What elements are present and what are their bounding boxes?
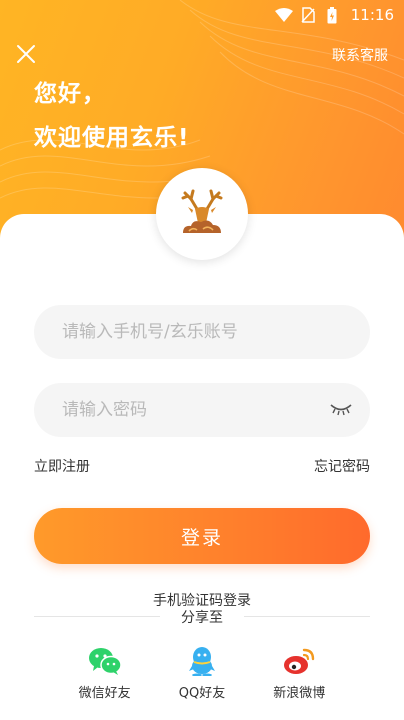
login-screen: 11:16 联系客服 您好， 欢迎使用玄乐! 请输入手机号/玄乐账号 立即注册 … [0,0,404,720]
share-qq-button[interactable]: QQ好友 [162,646,242,701]
share-qq-label: QQ好友 [178,686,226,701]
battery-icon [323,6,341,23]
login-button[interactable]: 登录 [34,508,370,564]
status-bar: 11:16 [0,0,404,30]
close-icon [17,45,35,63]
share-wechat-label: 微信好友 [78,686,131,701]
share-options: 微信好友 QQ好友 新浪微博 [0,646,404,701]
app-logo [156,168,248,260]
share-wechat-button[interactable]: 微信好友 [65,646,145,701]
greeting-line-1: 您好， [34,81,106,107]
sim-icon [299,7,317,23]
wifi-icon [274,7,293,23]
eye-closed-icon[interactable] [330,401,352,420]
greeting-line-2: 欢迎使用玄乐! [34,125,190,151]
phone-field[interactable] [34,305,370,359]
share-label: 分享至 [160,607,244,627]
password-field[interactable] [34,383,370,437]
wechat-icon [88,646,122,676]
close-button[interactable] [14,42,38,66]
contact-service-link[interactable]: 联系客服 [332,45,388,65]
share-weibo-label: 新浪微博 [273,686,326,701]
status-time: 11:16 [350,6,394,24]
weibo-icon [282,646,316,676]
qq-icon [185,646,219,676]
phone-input[interactable] [62,322,352,342]
deer-logo-icon [181,189,223,233]
share-weibo-button[interactable]: 新浪微博 [259,646,339,701]
register-link[interactable]: 立即注册 [34,456,90,476]
forgot-password-link[interactable]: 忘记密码 [314,456,370,476]
password-input[interactable] [62,400,330,420]
